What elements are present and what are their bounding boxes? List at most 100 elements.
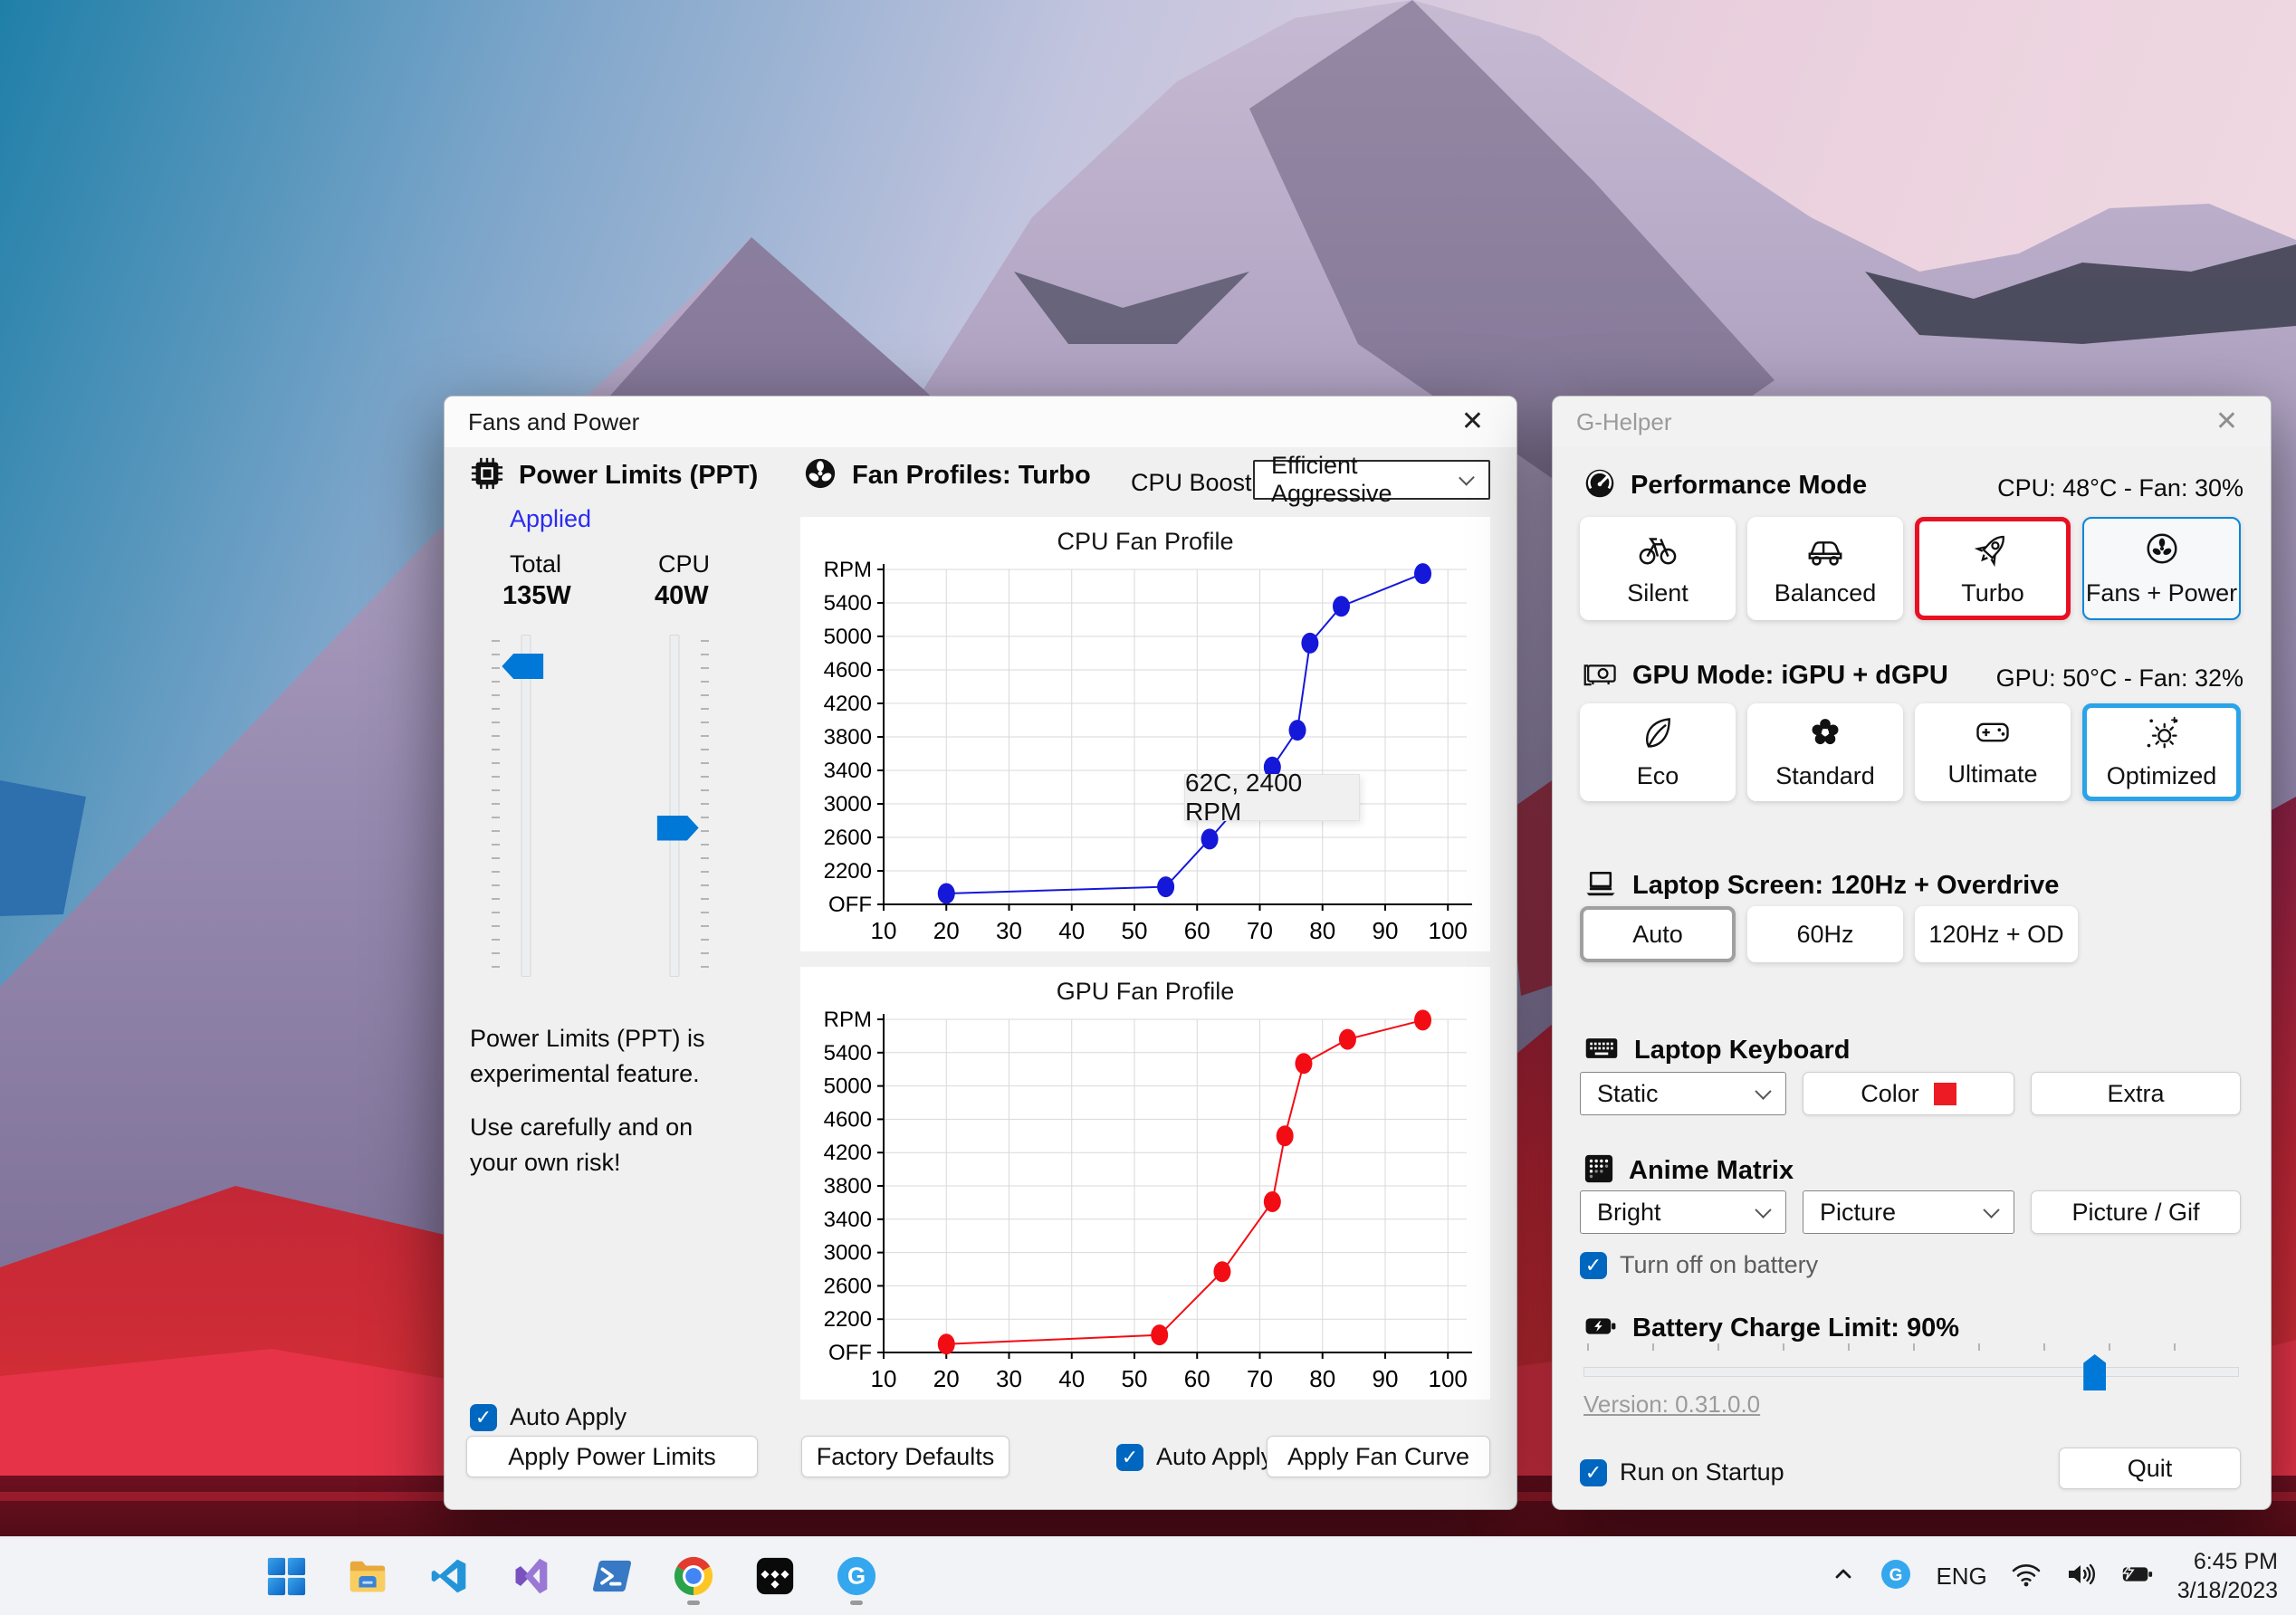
quit-button[interactable]: Quit (2059, 1448, 2241, 1489)
gpu-eco-label: Eco (1636, 762, 1679, 789)
tray-chevron-up-icon[interactable] (1831, 1562, 1856, 1591)
battery-limit-header: Battery Charge Limit: 90% (1583, 1313, 1959, 1344)
fan-auto-apply-checkbox[interactable]: ✓ Auto Apply (1116, 1443, 1273, 1471)
svg-text:20: 20 (933, 1365, 960, 1392)
svg-text:90: 90 (1373, 917, 1399, 944)
cpu-slider-handle[interactable] (656, 815, 699, 841)
power-auto-apply-checkbox[interactable]: ✓ Auto Apply (470, 1403, 627, 1431)
battery-charge-slider[interactable] (1583, 1343, 2239, 1390)
total-slider-track[interactable] (521, 635, 531, 977)
keyboard-mode-select[interactable]: Static (1580, 1072, 1786, 1115)
cpu-slider-ticks (701, 640, 709, 971)
svg-text:3400: 3400 (824, 1208, 872, 1232)
svg-text:80: 80 (1309, 1365, 1335, 1392)
battery-icon (1583, 1313, 1618, 1344)
battery-charging-icon[interactable] (2119, 1562, 2154, 1591)
cpu-fan-chart[interactable]: CPU Fan Profile OFF 2200 2600 3000 3400 3800 42… (800, 517, 1490, 951)
gpu-fan-chart[interactable]: GPU Fan Profile OFF 2200 2600 3000 3400 3800 42… (800, 967, 1490, 1400)
svg-text:2200: 2200 (824, 859, 872, 884)
start-button[interactable] (263, 1544, 310, 1608)
vscode-icon[interactable] (426, 1544, 473, 1608)
gpu-mode-header: GPU Mode: iGPU + dGPU (1583, 657, 1948, 694)
cpu-slider-track[interactable] (669, 635, 680, 977)
total-slider-handle[interactable] (502, 654, 544, 679)
chrome-icon[interactable] (670, 1544, 717, 1608)
svg-text:RPM: RPM (824, 1008, 872, 1032)
svg-text:4600: 4600 (824, 1107, 872, 1132)
perf-turbo-button[interactable]: Turbo (1915, 517, 2071, 620)
powershell-icon[interactable] (588, 1544, 636, 1608)
language-indicator[interactable]: ENG (1936, 1562, 1986, 1591)
keyboard-mode-value: Static (1597, 1079, 1659, 1107)
svg-text:G: G (847, 1564, 866, 1590)
tidal-icon[interactable] (751, 1544, 799, 1608)
volume-icon[interactable] (2065, 1561, 2096, 1592)
power-limits-note-2: Use carefully and on your own risk! (470, 1113, 694, 1177)
clock[interactable]: 6:45 PM 3/18/2023 (2177, 1547, 2278, 1606)
close-icon[interactable]: ✕ (2206, 405, 2247, 439)
matrix-picture-gif-button[interactable]: Picture / Gif (2031, 1190, 2241, 1234)
checkbox-checked-icon: ✓ (1580, 1458, 1607, 1486)
svg-text:100: 100 (1429, 917, 1468, 944)
keyboard-color-button[interactable]: Color (1803, 1072, 2014, 1115)
screen-60hz-button[interactable]: 60Hz (1747, 906, 1903, 962)
total-label: Total (510, 550, 562, 578)
cpu-power-slider[interactable] (646, 635, 709, 977)
perf-silent-label: Silent (1627, 579, 1689, 607)
close-icon[interactable]: ✕ (1452, 405, 1493, 439)
battery-slider-handle[interactable] (2083, 1354, 2107, 1390)
cpu-boost-select[interactable]: Efficient Aggressive (1253, 452, 1490, 507)
version-link[interactable]: Version: 0.31.0.0 (1583, 1390, 1760, 1419)
g-helper-taskbar-icon[interactable]: G (833, 1544, 880, 1608)
gpu-optimized-button[interactable]: Optimized (2082, 703, 2241, 801)
gpu-standard-button[interactable]: Standard (1747, 703, 1903, 801)
factory-defaults-button[interactable]: Factory Defaults (801, 1436, 1009, 1477)
cpu-value: 40W (655, 581, 709, 610)
svg-text:RPM: RPM (824, 558, 872, 582)
matrix-brightness-value: Bright (1597, 1198, 1661, 1226)
svg-text:50: 50 (1122, 917, 1148, 944)
perf-fans-power-button[interactable]: Fans + Power (2082, 517, 2241, 620)
svg-text:3000: 3000 (824, 1241, 872, 1266)
svg-text:CPU Fan Profile: CPU Fan Profile (1057, 528, 1233, 555)
checkbox-checked-icon: ✓ (1116, 1443, 1143, 1471)
gpu-eco-button[interactable]: Eco (1580, 703, 1736, 801)
matrix-battery-label: Turn off on battery (1620, 1251, 1819, 1278)
screen-auto-button[interactable]: Auto (1580, 906, 1736, 962)
gpu-mode-heading: GPU Mode: iGPU + dGPU (1632, 661, 1948, 690)
visual-studio-icon[interactable] (507, 1544, 554, 1608)
perf-balanced-button[interactable]: Balanced (1747, 517, 1903, 620)
wifi-icon[interactable] (2011, 1561, 2042, 1592)
svg-text:4200: 4200 (824, 1141, 872, 1165)
apply-fan-curve-button[interactable]: Apply Fan Curve (1267, 1436, 1490, 1477)
cpu-boost-value: Efficient Aggressive (1271, 452, 1392, 507)
power-limits-note-1: Power Limits (PPT) is experimental featu… (470, 1025, 705, 1088)
svg-text:2600: 2600 (824, 826, 872, 850)
battery-slider-ticks (1587, 1343, 2235, 1351)
matrix-brightness-select[interactable]: Bright (1580, 1190, 1786, 1234)
matrix-battery-checkbox[interactable]: ✓ Turn off on battery (1580, 1251, 1818, 1279)
svg-text:30: 30 (996, 1365, 1022, 1392)
g-helper-tray-icon[interactable]: G (1880, 1558, 1912, 1595)
screen-120hz-od-button[interactable]: 120Hz + OD (1915, 906, 2078, 962)
svg-text:5000: 5000 (824, 625, 872, 649)
gpu-ultimate-button[interactable]: Ultimate (1915, 703, 2071, 801)
battery-slider-track[interactable] (1583, 1367, 2239, 1377)
performance-mode-header: Performance Mode (1583, 467, 1867, 504)
cpu-boost-label: CPU Boost (1131, 469, 1252, 496)
svg-text:40: 40 (1058, 917, 1085, 944)
apply-power-limits-button[interactable]: Apply Power Limits (466, 1436, 758, 1477)
matrix-mode-select[interactable]: Picture (1803, 1190, 2014, 1234)
svg-text:90: 90 (1373, 1365, 1399, 1392)
svg-text:60: 60 (1184, 1365, 1210, 1392)
file-explorer-icon[interactable] (344, 1544, 391, 1608)
taskbar-apps: G (263, 1537, 880, 1615)
run-on-startup-label: Run on Startup (1620, 1458, 1784, 1486)
total-power-slider[interactable] (492, 635, 555, 977)
svg-text:80: 80 (1309, 917, 1335, 944)
perf-silent-button[interactable]: Silent (1580, 517, 1736, 620)
run-on-startup-checkbox[interactable]: ✓ Run on Startup (1580, 1458, 1784, 1486)
svg-text:5000: 5000 (824, 1075, 872, 1099)
keyboard-extra-button[interactable]: Extra (2031, 1072, 2241, 1115)
fan-curve-tooltip: 62C, 2400 RPM (1184, 769, 1360, 826)
